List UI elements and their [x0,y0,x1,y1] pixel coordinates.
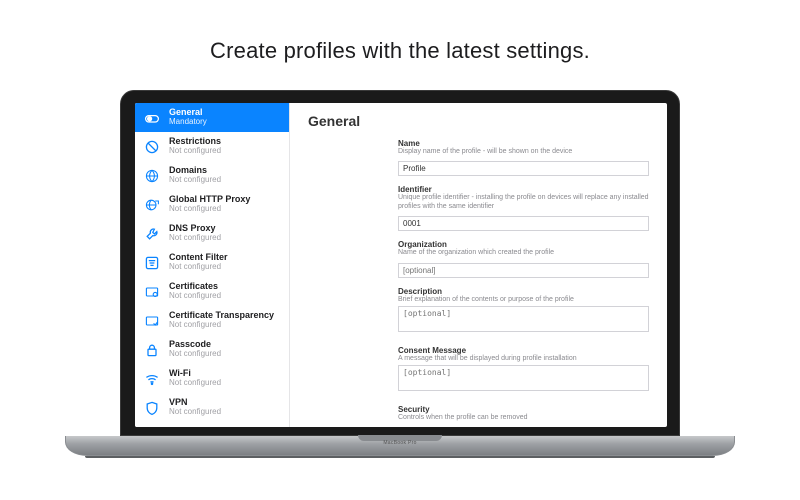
field-help: Unique profile identifier - installing t… [398,194,649,211]
sidebar-item-text: VPNNot configured [169,398,221,417]
globe-arrow-icon [143,196,161,214]
sidebar-item-subtitle: Not configured [169,321,274,330]
sidebar-item-subtitle: Not configured [169,147,221,156]
certificate-icon [143,283,161,301]
field-group-organization: Organization Name of the organization wh… [398,240,649,277]
organization-input[interactable] [398,263,649,278]
wrench-icon [143,225,161,243]
settings-form: Name Display name of the profile - will … [308,139,649,427]
sidebar-item-wi-fi[interactable]: Wi-FiNot configured [135,364,289,393]
field-label: Name [398,139,649,148]
sidebar-item-domains[interactable]: DomainsNot configured [135,161,289,190]
switch-icon [143,109,161,127]
field-help: Controls when the profile can be removed [398,414,649,422]
sidebar-item-text: CertificatesNot configured [169,282,221,301]
identifier-input[interactable] [398,216,649,231]
field-group-name: Name Display name of the profile - will … [398,139,649,176]
sidebar-item-restrictions[interactable]: RestrictionsNot configured [135,132,289,161]
shield-icon [143,399,161,417]
wifi-icon [143,370,161,388]
certificate-check-icon [143,312,161,330]
sidebar-item-subtitle: Not configured [169,379,221,388]
field-help: A message that will be displayed during … [398,355,649,363]
sidebar-item-text: DNS ProxyNot configured [169,224,221,243]
field-label: Identifier [398,185,649,194]
field-label: Description [398,287,649,296]
sidebar-item-subtitle: Mandatory [169,118,207,127]
field-label: Organization [398,240,649,249]
filter-icon [143,254,161,272]
field-help: Brief explanation of the contents or pur… [398,296,649,304]
sidebar-item-text: GeneralMandatory [169,108,207,127]
sidebar-item-text: RestrictionsNot configured [169,137,221,156]
sidebar-item-subtitle: Not configured [169,205,250,214]
no-entry-icon [143,138,161,156]
sidebar-item-content-filter[interactable]: Content FilterNot configured [135,248,289,277]
globe-icon [143,167,161,185]
description-textarea[interactable] [398,306,649,332]
sidebar-item-passcode[interactable]: PasscodeNot configured [135,335,289,364]
sidebar-item-certificates[interactable]: CertificatesNot configured [135,277,289,306]
sidebar-item-global-http-proxy[interactable]: Global HTTP ProxyNot configured [135,190,289,219]
sidebar-item-text: Wi-FiNot configured [169,369,221,388]
sidebar-item-subtitle: Not configured [169,292,221,301]
sidebar-item-subtitle: Not configured [169,408,221,417]
field-label: Security [398,405,649,414]
sidebar-item-text: Content FilterNot configured [169,253,228,272]
laptop-frame: GeneralMandatoryRestrictionsNot configur… [120,90,680,458]
sidebar-item-subtitle: Not configured [169,350,221,359]
sidebar-item-vpn[interactable]: VPNNot configured [135,393,289,422]
field-help: Name of the organization which created t… [398,249,649,257]
sidebar-item-text: Global HTTP ProxyNot configured [169,195,250,214]
field-label: Consent Message [398,346,649,355]
field-help: Display name of the profile - will be sh… [398,148,649,156]
consent-textarea[interactable] [398,365,649,391]
sidebar-item-text: DomainsNot configured [169,166,221,185]
field-group-identifier: Identifier Unique profile identifier - i… [398,185,649,231]
field-group-security: Security Controls when the profile can b… [398,405,649,427]
page-heading: Create profiles with the latest settings… [210,38,590,64]
sidebar-item-subtitle: Not configured [169,234,221,243]
laptop-foot [85,456,715,458]
field-group-description: Description Brief explanation of the con… [398,287,649,337]
settings-main: General Name Display name of the profile… [290,103,667,427]
sidebar-item-airplay[interactable]: AirPlayNot configured [135,422,289,427]
sidebar-item-certificate-transparency[interactable]: Certificate TransparencyNot configured [135,306,289,335]
app-window: GeneralMandatoryRestrictionsNot configur… [135,103,667,427]
sidebar-item-subtitle: Not configured [169,176,221,185]
sidebar-item-text: Certificate TransparencyNot configured [169,311,274,330]
laptop-brand: MacBook Pro [383,440,416,446]
laptop-bezel: GeneralMandatoryRestrictionsNot configur… [120,90,680,436]
name-input[interactable] [398,161,649,176]
main-section-title: General [308,113,649,129]
sidebar-item-dns-proxy[interactable]: DNS ProxyNot configured [135,219,289,248]
lock-icon [143,341,161,359]
sidebar-item-general[interactable]: GeneralMandatory [135,103,289,132]
laptop-base: MacBook Pro [65,436,735,456]
field-group-consent: Consent Message A message that will be d… [398,346,649,396]
sidebar-item-subtitle: Not configured [169,263,228,272]
sidebar-item-text: PasscodeNot configured [169,340,221,359]
settings-sidebar: GeneralMandatory RestrictionsNot configur… [135,103,290,427]
